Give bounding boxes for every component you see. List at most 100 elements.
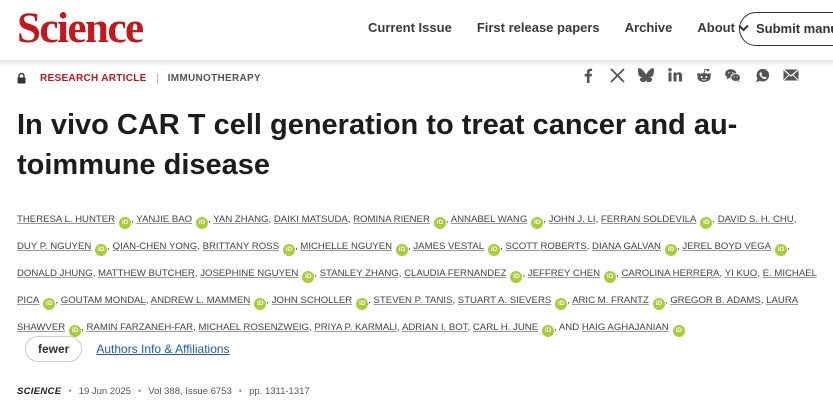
author-name[interactable]: Josephine Nguyen — [200, 268, 298, 279]
author-entry: John Scholler iD, — [272, 295, 374, 310]
author-name[interactable]: Jeffrey Chen — [528, 268, 600, 279]
author-name[interactable]: Theresa L. Hunter — [17, 214, 115, 225]
author-name[interactable]: Gregor B. Adams — [670, 295, 761, 306]
author-name[interactable]: Claudia Fernandez — [404, 268, 506, 279]
wechat-icon[interactable] — [725, 67, 741, 83]
orcid-icon[interactable]: iD — [119, 217, 132, 229]
linkedin-icon[interactable] — [667, 67, 683, 83]
author-name[interactable]: Stuart A. Sievers — [458, 295, 551, 306]
author-name[interactable]: Stanley Zhang — [320, 268, 399, 279]
author-name[interactable]: Ramin Farzaneh-Far — [87, 322, 194, 333]
reddit-icon[interactable] — [696, 67, 712, 83]
citation-separator: • — [238, 386, 243, 397]
author-entry: Carolina Herrera, — [621, 268, 724, 279]
author-name[interactable]: Haig Aghajanian — [582, 322, 669, 333]
author-name[interactable]: Carl H. June — [473, 322, 538, 333]
orcid-icon[interactable]: iD — [652, 298, 665, 310]
orcid-icon[interactable]: iD — [488, 244, 501, 256]
orcid-icon[interactable]: iD — [510, 271, 523, 283]
author-name[interactable]: Michael Rosenzweig — [198, 322, 309, 333]
orcid-icon[interactable]: iD — [531, 217, 544, 229]
orcid-icon[interactable]: iD — [433, 217, 446, 229]
author-name[interactable]: Annabel Wang — [451, 214, 528, 225]
orcid-icon[interactable]: iD — [196, 217, 209, 229]
orcid-icon[interactable]: iD — [775, 244, 788, 256]
author-name[interactable]: Donald Jhung — [17, 268, 93, 279]
facebook-icon[interactable] — [580, 67, 596, 83]
author-name[interactable]: Daiki Matsuda — [274, 214, 348, 225]
orcid-icon[interactable]: iD — [356, 298, 369, 310]
fewer-authors-button[interactable]: fewer — [25, 336, 83, 362]
article-type-label[interactable]: RESEARCH ARTICLE — [40, 73, 147, 84]
author-name[interactable]: Steven P. Tanis — [374, 295, 453, 306]
header-shadow — [0, 60, 833, 66]
submit-manuscript-button[interactable]: Submit manuscript — [739, 12, 833, 46]
bluesky-icon[interactable] — [638, 67, 654, 83]
author-entry: Stuart A. Sievers iD, — [458, 295, 572, 310]
author-and: and — [558, 322, 580, 333]
author-entry: Stanley Zhang, — [320, 268, 404, 279]
author-name[interactable]: Scott Roberts — [505, 241, 586, 252]
science-logo[interactable]: Science — [17, 7, 144, 51]
x-icon[interactable] — [609, 67, 625, 83]
author-name[interactable]: Michelle Nguyen — [300, 241, 392, 252]
author-name[interactable]: Brittany Ross — [203, 241, 279, 252]
orcid-icon[interactable]: iD — [396, 244, 409, 256]
orcid-icon[interactable]: iD — [604, 271, 617, 283]
author-entry: Claudia Fernandez iD, — [404, 268, 528, 283]
author-name[interactable]: Duy P. Nguyen — [17, 241, 91, 252]
nav-current-issue[interactable]: Current Issue — [368, 20, 452, 35]
author-separator: , — [793, 214, 797, 225]
author-entry: Daiki Matsuda, — [274, 214, 353, 225]
nav-archive[interactable]: Archive — [625, 20, 673, 35]
author-name[interactable]: Matthew Butcher — [98, 268, 195, 279]
author-name[interactable]: Carolina Herrera — [621, 268, 719, 279]
author-entry: Michael Rosenzweig, — [198, 322, 314, 333]
orcid-icon[interactable]: iD — [43, 298, 56, 310]
author-entry: and Haig Aghajanian iD — [558, 322, 685, 337]
author-name[interactable]: Andrew L. Mammen — [151, 295, 251, 306]
author-name[interactable]: Priya P. Karmali — [314, 322, 397, 333]
orcid-icon[interactable]: iD — [672, 325, 685, 337]
author-entry: Diana Galvan iD, — [592, 241, 682, 256]
orcid-icon[interactable]: iD — [700, 217, 713, 229]
whatsapp-icon[interactable] — [754, 67, 770, 83]
author-entry: Jerel Boyd Vega iD, — [682, 241, 790, 256]
author-name[interactable]: Adrian I. Bot — [402, 322, 468, 333]
author-name[interactable]: Yanjie Bao — [136, 214, 192, 225]
author-entry: Steven P. Tanis, — [374, 295, 458, 306]
author-name[interactable]: David S. H. Chu — [718, 214, 794, 225]
journal-name[interactable]: SCIENCE — [17, 386, 61, 397]
orcid-icon[interactable]: iD — [282, 244, 295, 256]
author-name[interactable]: John J. Li — [549, 214, 596, 225]
author-name[interactable]: Ferran Soldevila — [601, 214, 696, 225]
article-title: In vivo CAR T cell generation to treat c… — [17, 109, 738, 181]
nav-first-release-papers[interactable]: First release papers — [477, 20, 600, 35]
author-entry: Theresa L. Hunter iD, — [17, 214, 136, 229]
author-name[interactable]: Qian-Chen Yong — [113, 241, 198, 252]
author-name[interactable]: Yan Zhang — [213, 214, 268, 225]
orcid-icon[interactable]: iD — [95, 244, 108, 256]
email-icon[interactable] — [783, 67, 799, 83]
author-name[interactable]: Aric M. Frantz — [572, 295, 649, 306]
author-name[interactable]: Jerel Boyd Vega — [682, 241, 771, 252]
author-name[interactable]: James Vestal — [413, 241, 484, 252]
orcid-icon[interactable]: iD — [542, 325, 555, 337]
orcid-icon[interactable]: iD — [302, 271, 315, 283]
author-entry: Goutam Mondal, — [61, 295, 151, 306]
author-name[interactable]: Romina Riener — [353, 214, 430, 225]
author-name[interactable]: John Scholler — [272, 295, 353, 306]
author-name[interactable]: Yi Kuo — [725, 268, 758, 279]
authors-info-affiliations-link[interactable]: Authors Info & Affiliations — [96, 342, 229, 356]
subject-label[interactable]: IMMUNOTHERAPY — [168, 73, 261, 84]
orcid-icon[interactable]: iD — [664, 244, 677, 256]
author-entry: Romina Riener iD, — [353, 214, 451, 229]
orcid-icon[interactable]: iD — [254, 298, 267, 310]
author-entry: Aric M. Frantz iD, — [572, 295, 670, 310]
publication-date: 19 Jun 2025 — [78, 386, 131, 397]
volume-issue[interactable]: Vol 388, Issue 6753 — [148, 386, 231, 397]
author-entry: Yanjie Bao iD, — [136, 214, 213, 229]
orcid-icon[interactable]: iD — [555, 298, 568, 310]
author-name[interactable]: Goutam Mondal — [61, 295, 146, 306]
author-name[interactable]: Diana Galvan — [592, 241, 661, 252]
